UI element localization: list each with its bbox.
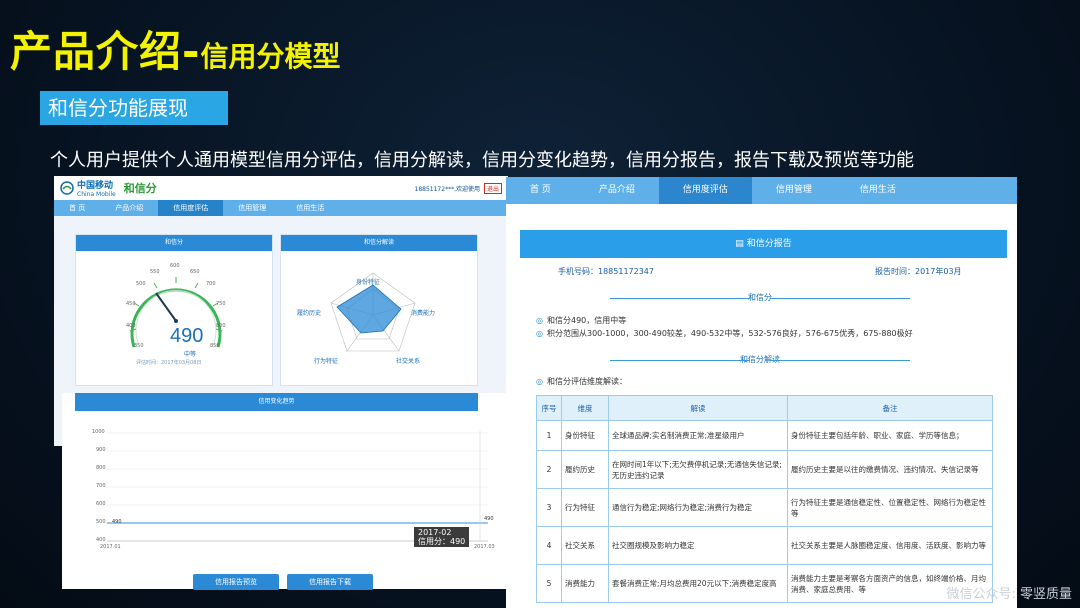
china-mobile-logo: 中国移动 China Mobile: [60, 178, 116, 198]
table-row: 4 社交关系 社交圈规模及影响力稳定 社交关系主要是人脉圈稳定度、信用度、活跃度、影…: [536, 526, 993, 565]
table-header-row: 序号 维度 解读 备注: [536, 395, 993, 421]
tooltip-date: 2017-02: [418, 528, 452, 537]
score-panel: 和信分 350 400 450 500 550 600 650 700 750 …: [75, 234, 273, 386]
radar-label-identity: 身份特征: [356, 279, 381, 286]
bullet-icon: ◎: [536, 316, 543, 325]
slide-title-main: 产品介绍-: [10, 27, 201, 76]
user-greeting: 18851172***,欢迎使用: [414, 185, 480, 193]
right-app-screenshot: 首 页 产品介绍 信用度评估 信用管理 信用生活 ▤ 和信分报告 手机号码：18…: [506, 177, 1017, 608]
left-nav-management[interactable]: 信用管理: [223, 200, 281, 216]
table-header: 维度: [561, 395, 609, 421]
evaluation-time: 评估时间：2017年03月08日: [136, 360, 202, 366]
score-bullet: ◎ 和信分490，信用中等: [536, 316, 627, 325]
bullet-icon: ◎: [536, 329, 543, 338]
credit-score-value: 490: [170, 325, 204, 347]
gauge-tick: 450: [126, 301, 136, 307]
table-header: 备注: [787, 395, 993, 421]
watermark: 微信公众号: 零竖质量: [946, 587, 1072, 602]
tooltip-value: 信用分：490: [418, 537, 466, 546]
trend-end-value: 490: [484, 516, 494, 522]
trend-x-start: 2017.01: [100, 544, 121, 550]
right-nav-home[interactable]: 首 页: [506, 177, 575, 204]
left-nav-product[interactable]: 产品介绍: [100, 200, 158, 216]
credit-level: 中等: [184, 351, 197, 358]
brand-cm-en: China Mobile: [77, 191, 116, 198]
gauge-tick: 850: [210, 343, 220, 349]
right-nav-evaluation[interactable]: 信用度评估: [658, 177, 752, 204]
trend-ytick: 600: [96, 501, 106, 507]
radar-label-consumption: 消费能力: [411, 310, 436, 317]
report-icon: ▤: [735, 239, 744, 249]
table-row: 2 履约历史 在网时间1年以下;无欠费停机记录;无通信失信记录;无历史违约记录 履约…: [536, 450, 993, 489]
trend-ytick: 500: [96, 519, 106, 525]
trend-start-value: 490: [112, 519, 122, 525]
table-row: 1 身份特征 全球通品牌;实名制消费正常;准星级用户 身份特征主要包括年龄、职业、家…: [536, 420, 993, 451]
bullet-icon: ◎: [536, 377, 543, 386]
gauge-tick: 650: [190, 269, 200, 275]
section-interpretation: 和信分解读: [520, 351, 1000, 369]
gauge-tick: 600: [170, 263, 180, 269]
radar-label-behavior: 行为特征: [314, 358, 339, 365]
left-nav-home[interactable]: 首 页: [54, 200, 100, 216]
brand-cm: 中国移动: [77, 181, 114, 191]
right-nav-management[interactable]: 信用管理: [752, 177, 836, 204]
report-time: 报告时间：2017年03月: [875, 267, 962, 276]
dimension-bullet: ◎ 和信分评估维度解读：: [536, 377, 627, 386]
slide-title-sub: 信用分模型: [200, 40, 341, 73]
gauge-tick: 350: [134, 343, 144, 349]
gauge-tick: 800: [216, 323, 226, 329]
radar-chart: [330, 272, 416, 352]
gauge-needle: [155, 292, 177, 322]
table-header: 解读: [608, 395, 788, 421]
report-title: 和信分报告: [746, 239, 792, 249]
gauge-tick: 700: [206, 281, 216, 287]
score-panel-title: 和信分: [76, 235, 272, 251]
slide-title: 产品介绍-信用分模型: [10, 18, 340, 79]
gauge-tick: 500: [136, 281, 146, 287]
report-title-bar: ▤ 和信分报告: [520, 230, 1007, 258]
radar-label-history: 履约历史: [297, 310, 322, 317]
logout-button[interactable]: 退出: [483, 182, 502, 194]
china-mobile-icon: [60, 181, 74, 195]
trend-tooltip: 2017-02 信用分：490: [414, 527, 470, 547]
report-download-button[interactable]: 信用报告下载: [287, 574, 373, 590]
section-label: 和信分功能展现: [40, 91, 228, 125]
feature-description: 个人用户提供个人通用模型信用分评估，信用分解读，信用分变化趋势，信用分报告，报告…: [50, 150, 914, 171]
gauge-tick: 550: [150, 269, 160, 275]
trend-ytick: 400: [96, 537, 106, 543]
radar-panel-title: 和信分解读: [281, 235, 477, 251]
trend-x-end: 2017.03: [474, 544, 495, 550]
trend-panel-title: 信用变化趋势: [75, 393, 478, 411]
table-header: 序号: [536, 395, 562, 421]
trend-ytick: 700: [96, 483, 106, 489]
trend-ytick: 1000: [92, 429, 105, 435]
hexinfen-logo: 和信分: [123, 182, 157, 195]
right-nav-life[interactable]: 信用生活: [836, 177, 920, 204]
table-row: 5 消费能力 套餐消费正常;月均总费用20元以下;消费稳定度高 消费能力主要是考察各…: [536, 564, 993, 603]
right-nav-product[interactable]: 产品介绍: [575, 177, 659, 204]
trend-ytick: 800: [96, 465, 106, 471]
radar-label-social: 社交关系: [396, 358, 421, 365]
report-phone: 手机号码：18851172347: [558, 267, 654, 276]
dimension-table: 序号 维度 解读 备注 1 身份特征 全球通品牌;实名制消费正常;准星级用户 身份特…: [536, 395, 993, 603]
gauge-tick: 750: [216, 301, 226, 307]
radar-panel: 和信分解读 身份特征 消费能力 社交关系 行为特征 履约历史: [280, 234, 478, 386]
trend-ytick: 900: [96, 447, 106, 453]
left-app-header: 中国移动 China Mobile 和信分 18851172***,欢迎使用 退出: [54, 176, 508, 200]
table-row: 3 行为特征 通信行为稳定;网络行为稳定;消费行为稳定 行为特征主要是通信稳定性、位…: [536, 488, 993, 527]
range-bullet: ◎ 积分范围从300-1000，300-490较差，490-532中等，532-5…: [536, 329, 913, 338]
left-nav-life[interactable]: 信用生活: [281, 200, 339, 216]
report-preview-button[interactable]: 信用报告预览: [193, 574, 279, 590]
left-nav-evaluation[interactable]: 信用度评估: [158, 200, 224, 216]
right-nav: 首 页 产品介绍 信用度评估 信用管理 信用生活: [506, 177, 1017, 204]
left-nav: 首 页 产品介绍 信用度评估 信用管理 信用生活: [54, 200, 508, 216]
gauge-tick: 400: [126, 323, 136, 329]
section-score: 和信分: [520, 289, 1000, 307]
